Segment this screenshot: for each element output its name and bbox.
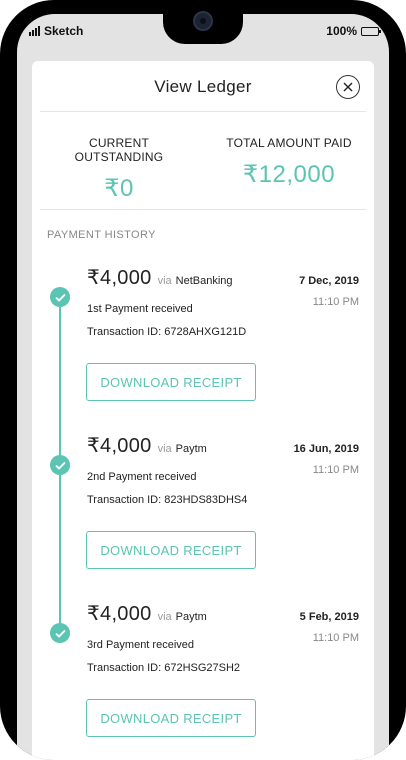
payment-item: ₹4,000 via NetBanking 7 Dec, 2019 11:10 P… (32, 265, 374, 433)
download-receipt-button[interactable]: DOWNLOAD RECEIPT (86, 531, 256, 569)
payment-item: ₹4,000 via Paytm 5 Feb, 2019 11:10 PM 3rd… (32, 601, 374, 760)
payment-amount-row: ₹4,000 via Paytm (87, 601, 207, 626)
payment-method: NetBanking (175, 275, 233, 287)
total-amount-paid-label: TOTAL AMOUNT PAID (226, 136, 352, 150)
check-icon (50, 287, 70, 307)
sheet-header: View Ledger (40, 61, 366, 112)
download-receipt-button[interactable]: DOWNLOAD RECEIPT (86, 363, 256, 401)
payment-amount: ₹4,000 (87, 603, 152, 625)
payment-date: 5 Feb, 2019 (299, 611, 359, 623)
current-outstanding: CURRENT OUTSTANDING ₹0 (44, 136, 194, 203)
check-icon (50, 623, 70, 643)
payment-amount-row: ₹4,000 via Paytm (87, 433, 207, 458)
payment-ordinal: 2nd Payment received (87, 471, 197, 483)
payment-history-label: PAYMENT HISTORY (47, 229, 156, 241)
payment-method: Paytm (175, 611, 207, 623)
payment-method: Paytm (175, 443, 207, 455)
current-outstanding-label: CURRENT OUTSTANDING (74, 136, 164, 164)
ledger-sheet: View Ledger CURRENT OUTSTANDING ₹0 TOTAL… (32, 61, 374, 760)
ledger-summary: CURRENT OUTSTANDING ₹0 TOTAL AMOUNT PAID… (40, 112, 366, 210)
payment-amount: ₹4,000 (87, 267, 152, 289)
payment-time: 11:10 PM (312, 464, 359, 476)
payment-time: 11:10 PM (312, 632, 359, 644)
payment-date: 16 Jun, 2019 (293, 443, 359, 455)
payment-date: 7 Dec, 2019 (299, 275, 359, 287)
status-left: Sketch (29, 24, 83, 38)
close-button[interactable] (336, 75, 360, 99)
phone-frame: Sketch 100% View Ledger CURRENT OUTSTAND… (0, 0, 406, 760)
total-amount-paid-value: ₹12,000 (242, 161, 336, 188)
close-icon (343, 82, 353, 92)
camera-icon (193, 11, 213, 31)
payment-via-label: via (157, 275, 172, 287)
status-right: 100% (326, 24, 381, 38)
page-title: View Ledger (154, 77, 252, 96)
battery-percent: 100% (326, 24, 357, 38)
transaction-id: Transaction ID: 6728AHXG121D (87, 326, 247, 338)
payment-time: 11:10 PM (312, 296, 359, 308)
payment-amount: ₹4,000 (87, 435, 152, 457)
payment-ordinal: 3rd Payment received (87, 639, 194, 651)
payment-ordinal: 1st Payment received (87, 303, 193, 315)
payment-amount-row: ₹4,000 via NetBanking (87, 265, 233, 290)
current-outstanding-value: ₹0 (104, 175, 134, 202)
download-receipt-button[interactable]: DOWNLOAD RECEIPT (86, 699, 256, 737)
transaction-id: Transaction ID: 823HDS83DHS4 (87, 494, 248, 506)
check-icon (50, 455, 70, 475)
payment-via-label: via (157, 443, 172, 455)
transaction-id: Transaction ID: 672HSG27SH2 (87, 662, 241, 674)
total-amount-paid: TOTAL AMOUNT PAID ₹12,000 (214, 136, 364, 189)
battery-icon (361, 26, 381, 36)
carrier-name: Sketch (44, 24, 84, 38)
payment-via-label: via (157, 611, 172, 623)
signal-icon (29, 26, 40, 36)
payment-item: ₹4,000 via Paytm 16 Jun, 2019 11:10 PM 2n… (32, 433, 374, 601)
